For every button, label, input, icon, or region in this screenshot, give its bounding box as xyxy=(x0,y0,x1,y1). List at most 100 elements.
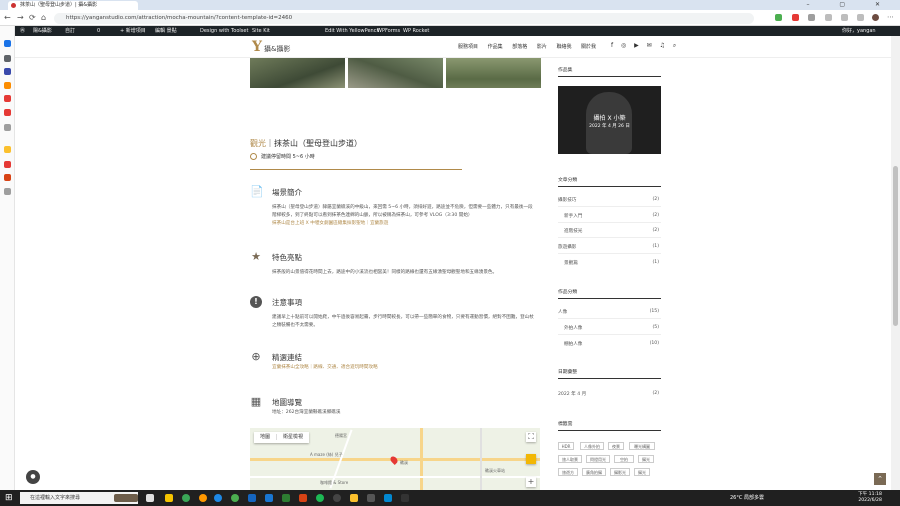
wp-edit-link[interactable]: 編輯 景點 xyxy=(155,26,177,36)
featured-title[interactable]: 攝拍 X 小築 xyxy=(558,113,661,122)
sidebar-app-icon[interactable] xyxy=(4,95,11,102)
taskbar-widget-icon[interactable] xyxy=(114,494,138,502)
category-label[interactable]: 外拍人像 xyxy=(564,326,582,331)
fullscreen-button[interactable]: ⛶ xyxy=(526,432,536,442)
category-label[interactable]: 景觀篇 xyxy=(564,261,578,266)
wp-user-greeting[interactable]: 你好，yangan xyxy=(842,26,876,36)
zoom-in-button[interactable]: + xyxy=(526,477,536,487)
browser-tab[interactable]: 抹茶山（聖母登山步道）| 攝&攝影 xyxy=(8,1,138,10)
app-icon[interactable] xyxy=(182,494,190,502)
sidebar-app-icon[interactable] xyxy=(4,55,11,62)
forward-button[interactable]: → xyxy=(17,13,24,22)
nav-item[interactable]: 部落格 xyxy=(512,44,527,50)
tag-link[interactable]: 旅人取景 xyxy=(558,455,582,463)
sidebar-app-icon[interactable] xyxy=(4,82,11,89)
sitekit-link[interactable]: Site Kit xyxy=(252,26,270,36)
word-icon[interactable] xyxy=(265,494,273,502)
category-label[interactable]: 新手入門 xyxy=(564,214,582,219)
reload-button[interactable]: ⟳ xyxy=(29,13,36,22)
url-input[interactable]: https://yanganstudio.com/attraction/moch… xyxy=(54,13,754,24)
app-icon[interactable] xyxy=(350,494,358,502)
sidebar-app-icon[interactable] xyxy=(4,109,11,116)
extension-icon[interactable] xyxy=(808,14,815,21)
wp-comments-link[interactable]: 0 xyxy=(97,26,100,36)
tag-link[interactable]: HDR xyxy=(558,442,574,450)
sidebar-app-icon[interactable] xyxy=(4,161,11,168)
gallery-photo[interactable] xyxy=(250,58,345,88)
satellite-tab[interactable]: 衛星檢視 xyxy=(276,434,310,440)
featured-work-card[interactable]: 攝拍 X 小築 2022 年 4 月 26 日 xyxy=(558,86,661,154)
gallery-photo[interactable] xyxy=(446,58,541,88)
archive-label[interactable]: 2022 年 4 月 xyxy=(558,392,586,397)
tag-link[interactable]: 曝光構圖 xyxy=(629,442,655,450)
category-label[interactable]: 攝影技巧 xyxy=(558,198,576,203)
file-explorer-icon[interactable] xyxy=(165,494,173,502)
taskbar-clock[interactable]: 下午 11:18 2022/6/28 xyxy=(858,492,882,504)
weather-widget[interactable]: 26°C 局部多雲 xyxy=(730,494,764,501)
tag-link[interactable]: 廣角拍攝 xyxy=(582,468,606,476)
app-icon[interactable] xyxy=(333,494,341,502)
window-controls[interactable]: – ▢ ✕ xyxy=(806,1,894,8)
sidebar-app-icon[interactable] xyxy=(4,174,11,181)
archive-item[interactable]: 2022 年 4 月 (2) xyxy=(558,391,661,397)
chat-bubble-icon[interactable]: ● xyxy=(26,470,40,484)
nav-item[interactable]: 聯絡我 xyxy=(556,44,571,50)
category-item[interactable]: 景觀篇 (1) xyxy=(564,260,661,266)
wprocket-link[interactable]: WP Rocket xyxy=(403,26,429,36)
more-menu-icon[interactable]: ⋯ xyxy=(887,14,894,21)
tag-link[interactable]: 攝影光 xyxy=(610,468,630,476)
sidebar-app-icon[interactable] xyxy=(4,124,11,131)
tag-link[interactable]: 夜景 xyxy=(608,442,624,450)
wpforms-link[interactable]: WPForms xyxy=(377,26,400,36)
tag-link[interactable]: 攝光 xyxy=(634,468,650,476)
nav-item[interactable]: 影片 xyxy=(537,44,547,50)
category-item[interactable]: 棚拍人像 (10) xyxy=(564,341,661,347)
nav-item[interactable]: 作品集 xyxy=(488,44,503,50)
yellowpencil-link[interactable]: Edit With YellowPencil xyxy=(325,26,379,36)
sidebar-app-icon[interactable] xyxy=(4,40,11,47)
tag-link[interactable]: 空拍 xyxy=(614,455,634,463)
toolset-link[interactable]: Design with Toolset xyxy=(200,26,248,36)
app-icon[interactable] xyxy=(248,494,256,502)
google-map[interactable]: 地圖 衛星檢視 礁溪 A maze (絲) 兒子 咖啡館 & Store 德陽宮 … xyxy=(250,428,540,490)
app-icon[interactable] xyxy=(401,494,409,502)
category-label[interactable]: 人像 xyxy=(558,310,567,315)
chrome-icon[interactable] xyxy=(231,494,239,502)
excel-icon[interactable] xyxy=(282,494,290,502)
tag-link[interactable]: 閃燈用光 xyxy=(586,455,610,463)
app-icon[interactable] xyxy=(384,494,392,502)
extension-icon[interactable] xyxy=(775,14,782,21)
scrollbar-thumb[interactable] xyxy=(893,166,898,326)
article-category[interactable]: 觀光 xyxy=(250,139,266,148)
powerpoint-icon[interactable] xyxy=(299,494,307,502)
task-view-icon[interactable] xyxy=(146,494,154,502)
windows-start-icon[interactable]: ⊞ xyxy=(5,493,13,503)
profile-avatar[interactable] xyxy=(872,14,879,21)
category-item[interactable]: 新手入門 (2) xyxy=(564,213,661,219)
map-pin-icon[interactable] xyxy=(389,455,399,465)
section-link[interactable]: 宜蘭抹茶山全攻略｜路線、交通、適合遊玩時間攻略 xyxy=(272,365,378,370)
category-item[interactable]: 人像 (15) xyxy=(558,309,661,315)
category-item[interactable]: 旅遊攝影 (1) xyxy=(558,244,661,250)
sidebar-app-icon[interactable] xyxy=(4,68,11,75)
section-link[interactable]: 抹茶山是台上班 X 中壢女劇園區總集採影聖地｜宜蘭旅遊 xyxy=(272,221,388,226)
app-icon[interactable] xyxy=(367,494,375,502)
nav-item[interactable]: 服務項目 xyxy=(458,44,478,50)
nav-item[interactable]: 關於我 xyxy=(581,44,596,50)
street-view-icon[interactable] xyxy=(526,454,536,464)
extension-icon[interactable] xyxy=(792,14,799,21)
category-item[interactable]: 外拍人像 (5) xyxy=(564,325,661,331)
site-logo-text[interactable]: 攝&攝影 xyxy=(264,44,290,54)
category-label[interactable]: 棚拍人像 xyxy=(564,342,582,347)
category-label[interactable]: 進階技光 xyxy=(564,229,582,234)
wp-new-link[interactable]: + 新增項目 xyxy=(120,26,146,36)
social-icons[interactable]: f ◎ ▶ ✉ ♫ ⌕ xyxy=(611,42,679,50)
app-icon[interactable] xyxy=(199,494,207,502)
edge-browser-icon[interactable] xyxy=(214,494,222,502)
wp-site-link[interactable]: 陽&攝影 xyxy=(33,26,52,36)
favorites-icon[interactable] xyxy=(825,14,832,21)
category-label[interactable]: 旅遊攝影 xyxy=(558,245,576,250)
category-item[interactable]: 進階技光 (2) xyxy=(564,228,661,234)
collections-icon[interactable] xyxy=(841,14,848,21)
tag-link[interactable]: 攝光 xyxy=(638,455,654,463)
